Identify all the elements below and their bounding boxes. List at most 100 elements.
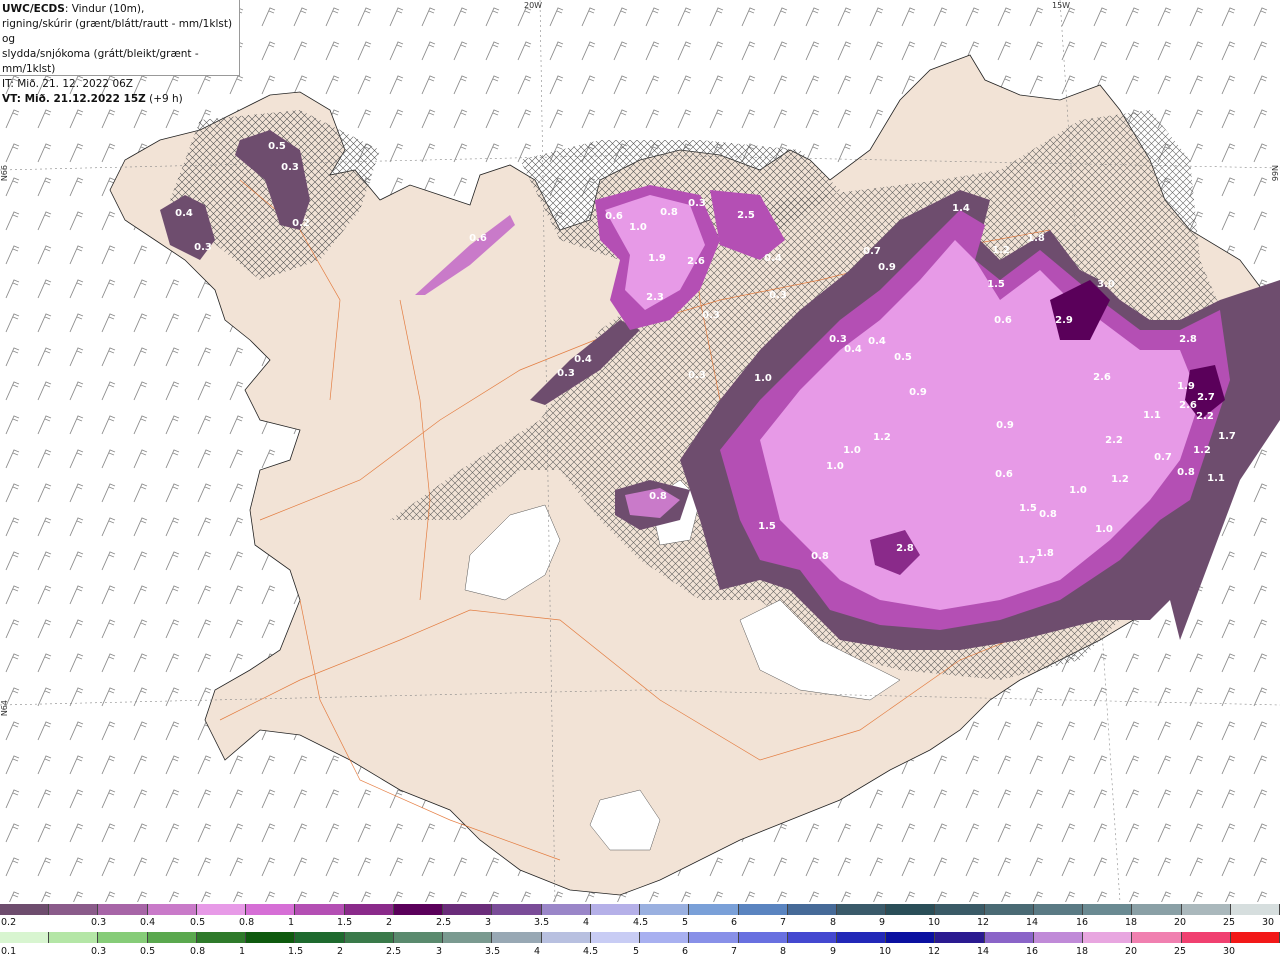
scale-label: 0.5 (140, 946, 156, 957)
precip-value-label: 1.5 (758, 521, 776, 532)
scale-label: 2.5 (436, 917, 452, 928)
scale-swatch (886, 904, 936, 915)
rain-scale-labels: 0.1 0.3 0.5 0.8 1 1.5 2 2.5 3 3.5 4 4.5 5 6 7 8 9 10 12 14 1… (0, 946, 1280, 958)
precip-value-label: 0.4 (764, 253, 782, 264)
scale-swatch (295, 932, 345, 943)
scale-swatch (196, 904, 247, 915)
precip-value-label: 2.6 (1093, 372, 1111, 383)
scale-label: 1 (288, 917, 295, 928)
scale-label: 4.5 (583, 946, 599, 957)
scale-label: 14 (1026, 917, 1039, 928)
scale-label: 0.4 (140, 917, 156, 928)
scale-label: 5 (633, 946, 640, 957)
precip-value-label: 0.7 (863, 246, 881, 257)
precip-value-label: 0.6 (994, 315, 1012, 326)
scale-swatch (836, 904, 887, 915)
precip-value-label: 0.3 (194, 242, 212, 253)
scale-label: 12 (977, 917, 990, 928)
scale-label: 9 (830, 946, 837, 957)
precip-value-label: 1.5 (1019, 503, 1037, 514)
scale-label: 8 (830, 917, 837, 928)
scale-swatch (738, 904, 788, 915)
scale-swatch (787, 932, 837, 943)
precip-value-label: 1.1 (1207, 473, 1225, 484)
scale-label: 12 (928, 946, 941, 957)
scale-swatch (344, 904, 394, 915)
scale-label: 20 (1174, 917, 1187, 928)
precip-value-label: 1.0 (843, 445, 861, 456)
scale-swatch (1132, 904, 1182, 915)
scale-label: 7 (731, 946, 738, 957)
scale-swatch (1230, 904, 1280, 915)
valid-time: VT: Mið. 21.12.2022 15Z (2, 93, 146, 105)
scale-label: 10 (928, 917, 941, 928)
scale-swatch (738, 932, 788, 943)
scale-swatch (1230, 932, 1280, 943)
precip-value-label: 1.2 (992, 245, 1010, 256)
lon-label-15w: 15W (1052, 1, 1071, 10)
precip-value-label: 0.8 (649, 491, 667, 502)
scale-label: 0.3 (91, 917, 107, 928)
scale-label: 0.3 (91, 946, 107, 957)
precip-value-label: 1.0 (629, 222, 647, 233)
scale-label: 8 (780, 946, 787, 957)
scale-label: 3.5 (534, 917, 550, 928)
precip-value-label: 2.8 (896, 543, 914, 554)
scale-label: 0.8 (239, 917, 255, 928)
scale-swatch (0, 932, 50, 943)
precip-value-label: 2.6 (1179, 400, 1197, 411)
scale-swatch (492, 904, 542, 915)
precip-value-label: 1.2 (1111, 474, 1129, 485)
rain-color-scale (0, 932, 1280, 943)
scale-label: 4 (583, 917, 590, 928)
scale-label: 6 (731, 917, 738, 928)
scale-label: 25 (1223, 917, 1236, 928)
precip-value-label: 0.9 (909, 387, 927, 398)
scale-label: 2 (337, 946, 344, 957)
scale-label: 0.1 (1, 946, 17, 957)
scale-swatch (836, 932, 887, 943)
precip-value-label: 0.2 (292, 218, 310, 229)
scale-label: 25 (1174, 946, 1187, 957)
scale-swatch (393, 904, 444, 915)
scale-swatch (196, 932, 247, 943)
scale-swatch (1083, 904, 1133, 915)
precip-value-label: 1.7 (1218, 431, 1236, 442)
scale-swatch (443, 932, 493, 943)
scale-label: 5 (682, 917, 689, 928)
scale-swatch (935, 932, 985, 943)
scale-label: 16 (1026, 946, 1039, 957)
scale-swatch (689, 932, 739, 943)
scale-label: 3.5 (485, 946, 501, 957)
scale-swatch (1033, 932, 1084, 943)
scale-swatch (1033, 904, 1084, 915)
precip-value-label: 2.5 (737, 210, 755, 221)
scale-swatch (344, 932, 394, 943)
scale-label: 7 (780, 917, 787, 928)
scale-swatch (49, 904, 99, 915)
precip-value-label: 0.9 (878, 262, 896, 273)
scale-label: 16 (1076, 917, 1089, 928)
precip-value-label: 0.3 (1234, 549, 1252, 560)
scale-label: 0.8 (190, 946, 206, 957)
weather-map: 0.50.30.40.30.20.60.61.00.80.32.51.41.9 2… (0, 0, 1280, 902)
precip-value-label: 0.4 (574, 354, 592, 365)
precip-value-label: 0.8 (1177, 467, 1195, 478)
scale-label: 2 (386, 917, 393, 928)
precip-value-label: 1.2 (1193, 445, 1211, 456)
scale-label: 9 (879, 917, 886, 928)
precip-value-label: 0.4 (868, 336, 886, 347)
scale-label: 14 (977, 946, 990, 957)
scale-label: 1.5 (288, 946, 304, 957)
precip-value-label: 2.2 (1105, 435, 1123, 446)
precip-value-label: 1.8 (1027, 233, 1045, 244)
scale-swatch (640, 932, 690, 943)
precip-value-label: 0.3 (281, 162, 299, 173)
precip-value-label: 0.4 (175, 208, 193, 219)
precip-value-label: 3.0 (1097, 279, 1115, 290)
precip-value-label: 2.6 (687, 256, 705, 267)
scale-label: 6 (682, 946, 689, 957)
lat-label-66n-right: N66 (1270, 165, 1279, 182)
scale-swatch (98, 932, 148, 943)
precip-value-label: 0.5 (268, 141, 286, 152)
